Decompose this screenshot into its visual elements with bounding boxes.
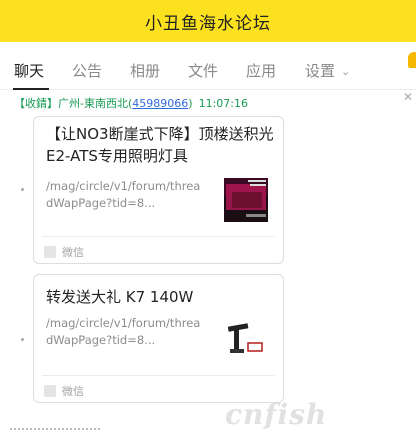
- tab-files[interactable]: 文件: [188, 60, 218, 81]
- tab-announcements[interactable]: 公告: [72, 60, 102, 81]
- share-card[interactable]: 【让NO3断崖式下降】顶楼送积光E2-ATS专用照明灯具 /mag/circle…: [33, 116, 284, 264]
- window-title: 小丑鱼海水论坛: [145, 13, 271, 34]
- card-title: 【让NO3断崖式下降】顶楼送积光E2-ATS专用照明灯具: [46, 125, 274, 165]
- sender-name: 广州-東南西北: [58, 97, 128, 110]
- card-divider: [42, 375, 275, 376]
- card-thumbnail: [224, 315, 268, 359]
- card-source: 微信: [62, 385, 84, 398]
- bottom-divider: [10, 428, 100, 430]
- tab-bar: 聊天 公告 相册 文件 应用 设置 ⌄: [0, 42, 416, 90]
- tab-album[interactable]: 相册: [130, 60, 160, 81]
- tab-apps[interactable]: 应用: [246, 60, 276, 81]
- card-divider: [42, 236, 275, 237]
- watermark-logo: cnfish: [225, 398, 328, 431]
- close-icon[interactable]: ✕: [403, 90, 413, 104]
- partial-icon[interactable]: [408, 52, 416, 68]
- active-tab-indicator: [13, 88, 49, 90]
- title-bar: 小丑鱼海水论坛: [0, 0, 416, 42]
- wechat-icon: [44, 385, 56, 397]
- card-source: 微信: [62, 246, 84, 259]
- message-header: 【收錆】广州-東南西北(45989066) 11:07:16: [14, 95, 248, 111]
- bullet-dot: [21, 338, 24, 341]
- card-thumbnail: [224, 178, 268, 222]
- message-time: 11:07:16: [198, 97, 248, 110]
- wechat-icon: [44, 246, 56, 258]
- tab-settings[interactable]: 设置 ⌄: [305, 60, 350, 81]
- sender-id-link[interactable]: 45989066: [132, 97, 188, 110]
- message-tag: 【收錆】: [14, 97, 58, 110]
- share-card[interactable]: 转发送大礼 K7 140W /mag/circle/v1/forum/threa…: [33, 274, 284, 403]
- card-url: /mag/circle/v1/forum/threadWapPage?tid=8…: [46, 316, 201, 347]
- tab-chat[interactable]: 聊天: [14, 60, 44, 81]
- tab-settings-label: 设置: [305, 62, 336, 80]
- chevron-down-icon: ⌄: [341, 65, 351, 78]
- card-url: /mag/circle/v1/forum/threadWapPage?tid=8…: [46, 179, 201, 210]
- uid-close-paren: ): [188, 97, 193, 110]
- bullet-dot: [21, 188, 24, 191]
- card-title: 转发送大礼 K7 140W: [46, 288, 194, 306]
